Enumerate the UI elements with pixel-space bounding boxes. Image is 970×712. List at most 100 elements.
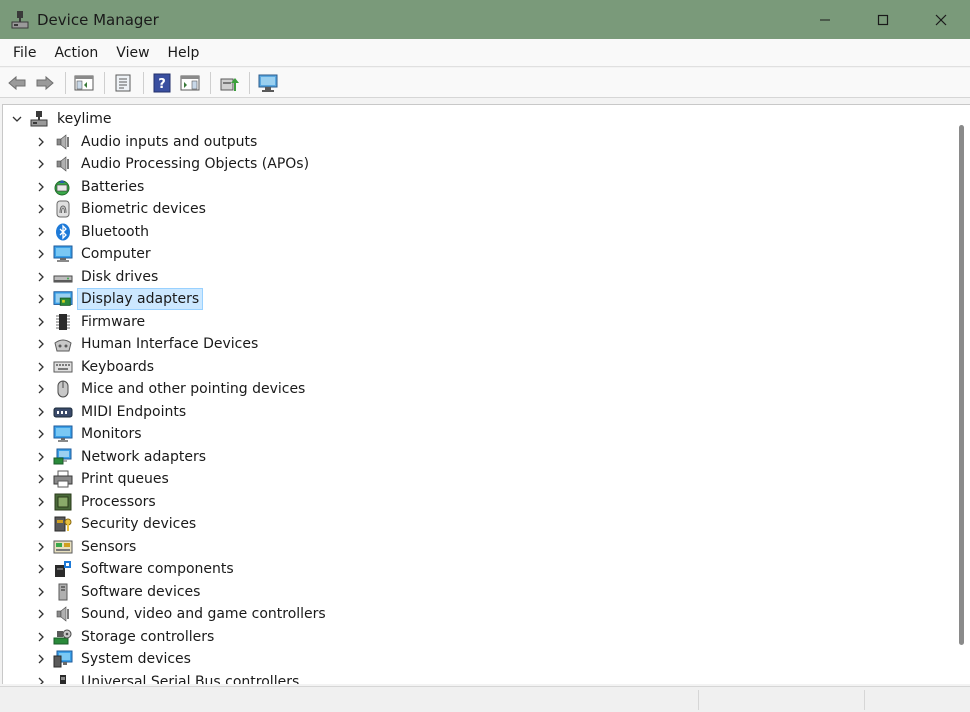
tree-node[interactable]: Processors [3, 491, 953, 514]
tree-node[interactable]: System devices [3, 648, 953, 671]
hid-icon [53, 335, 73, 353]
chevron-right-icon[interactable] [33, 246, 49, 262]
toolbar-separator [210, 71, 211, 94]
tree-node[interactable]: Sound, video and game controllers [3, 603, 953, 626]
chevron-right-icon[interactable] [33, 381, 49, 397]
tree-node[interactable]: Software devices [3, 581, 953, 604]
printer-icon [53, 470, 73, 488]
monitor-icon [53, 425, 73, 443]
svg-text:?: ? [158, 77, 166, 92]
properties-icon [115, 74, 131, 91]
chevron-right-icon[interactable] [33, 336, 49, 352]
show-action-pane-button[interactable] [177, 70, 203, 96]
chevron-right-icon[interactable] [33, 404, 49, 420]
tree-node[interactable]: Keyboards [3, 356, 953, 379]
tree-root-label: keylime [57, 111, 112, 128]
chevron-right-icon[interactable] [33, 449, 49, 465]
keyboard-icon [53, 358, 73, 376]
chevron-right-icon[interactable] [33, 629, 49, 645]
tree-node[interactable]: Computer [3, 243, 953, 266]
chevron-right-icon[interactable] [33, 179, 49, 195]
chevron-right-icon[interactable] [33, 269, 49, 285]
tree-node[interactable]: Display adapters [3, 288, 953, 311]
chevron-right-icon[interactable] [33, 561, 49, 577]
chevron-right-icon[interactable] [33, 314, 49, 330]
maximize-button[interactable] [854, 0, 912, 39]
close-button[interactable] [912, 0, 970, 39]
tree-node-label: Software devices [81, 583, 201, 600]
menu-file[interactable]: File [4, 39, 45, 67]
device-manager-app-icon [9, 9, 31, 31]
properties-button[interactable] [110, 70, 136, 96]
show-hide-console-tree-button[interactable] [71, 70, 97, 96]
tree-node[interactable]: Monitors [3, 423, 953, 446]
vertical-scrollbar[interactable] [953, 105, 970, 684]
menu-view[interactable]: View [107, 39, 158, 67]
tree-node-label: Software components [81, 561, 234, 578]
tree-node[interactable]: Biometric devices [3, 198, 953, 221]
tree-node[interactable]: Disk drives [3, 266, 953, 289]
tree-node-label: Sound, video and game controllers [81, 606, 326, 623]
chevron-right-icon[interactable] [33, 606, 49, 622]
chevron-right-icon[interactable] [33, 471, 49, 487]
tree-node-label: Network adapters [81, 448, 206, 465]
help-button[interactable]: ? [149, 70, 175, 96]
chevron-right-icon[interactable] [33, 291, 49, 307]
chevron-right-icon[interactable] [33, 674, 49, 684]
tree-node-label: Processors [81, 493, 156, 510]
device-tree: keylime Audio inputs and outputs Audio Pr… [3, 108, 953, 684]
chevron-right-icon[interactable] [33, 516, 49, 532]
tree-node-label: Print queues [81, 471, 169, 488]
chevron-right-icon[interactable] [33, 494, 49, 510]
chevron-right-icon[interactable] [33, 224, 49, 240]
tree-node[interactable]: Network adapters [3, 446, 953, 469]
tree-node-label: Universal Serial Bus controllers [81, 673, 300, 684]
tree-node[interactable]: Sensors [3, 536, 953, 559]
chevron-right-icon[interactable] [33, 156, 49, 172]
window-controls [796, 0, 970, 39]
tree-node-label: Keyboards [81, 358, 155, 375]
chevron-right-icon[interactable] [33, 201, 49, 217]
tree-node-label: Storage controllers [81, 628, 215, 645]
tree-node[interactable]: Human Interface Devices [3, 333, 953, 356]
tree-node[interactable]: Security devices [3, 513, 953, 536]
midi-icon [53, 403, 73, 421]
minimize-button[interactable] [796, 0, 854, 39]
software-device-icon [53, 583, 73, 601]
scrollbar-thumb[interactable] [959, 125, 964, 645]
processor-icon [53, 493, 73, 511]
update-driver-button[interactable] [216, 70, 242, 96]
chevron-right-icon[interactable] [33, 651, 49, 667]
chevron-right-icon[interactable] [33, 426, 49, 442]
menu-help[interactable]: Help [159, 39, 209, 67]
chevron-right-icon[interactable] [33, 539, 49, 555]
storage-controller-icon [53, 628, 73, 646]
tree-node-label: Firmware [81, 313, 146, 330]
chevron-right-icon[interactable] [33, 134, 49, 150]
tree-node[interactable]: Software components [3, 558, 953, 581]
tree-node[interactable]: Print queues [3, 468, 953, 491]
tree-node[interactable]: Audio inputs and outputs [3, 131, 953, 154]
update-driver-icon [220, 77, 239, 91]
scan-hardware-changes-button[interactable] [255, 70, 281, 96]
tree-node[interactable]: Batteries [3, 176, 953, 199]
tree-node[interactable]: Storage controllers [3, 626, 953, 649]
usb-icon [53, 673, 73, 684]
network-adapter-icon [53, 448, 73, 466]
tree-node-label: Disk drives [81, 268, 159, 285]
tree-root-node[interactable]: keylime [3, 108, 953, 131]
chevron-right-icon[interactable] [33, 359, 49, 375]
chevron-right-icon[interactable] [33, 584, 49, 600]
menu-action[interactable]: Action [45, 39, 107, 67]
chevron-down-icon[interactable] [9, 111, 25, 127]
tree-node[interactable]: Audio Processing Objects (APOs) [3, 153, 953, 176]
tree-node-label: Display adapters [77, 288, 204, 311]
tree-node[interactable]: Firmware [3, 311, 953, 334]
tree-node[interactable]: Mice and other pointing devices [3, 378, 953, 401]
back-button[interactable] [4, 70, 30, 96]
tree-node[interactable]: Bluetooth [3, 221, 953, 244]
tree-node[interactable]: MIDI Endpoints [3, 401, 953, 424]
security-device-icon [53, 515, 73, 533]
tree-node[interactable]: Universal Serial Bus controllers [3, 671, 953, 684]
forward-button[interactable] [32, 70, 58, 96]
